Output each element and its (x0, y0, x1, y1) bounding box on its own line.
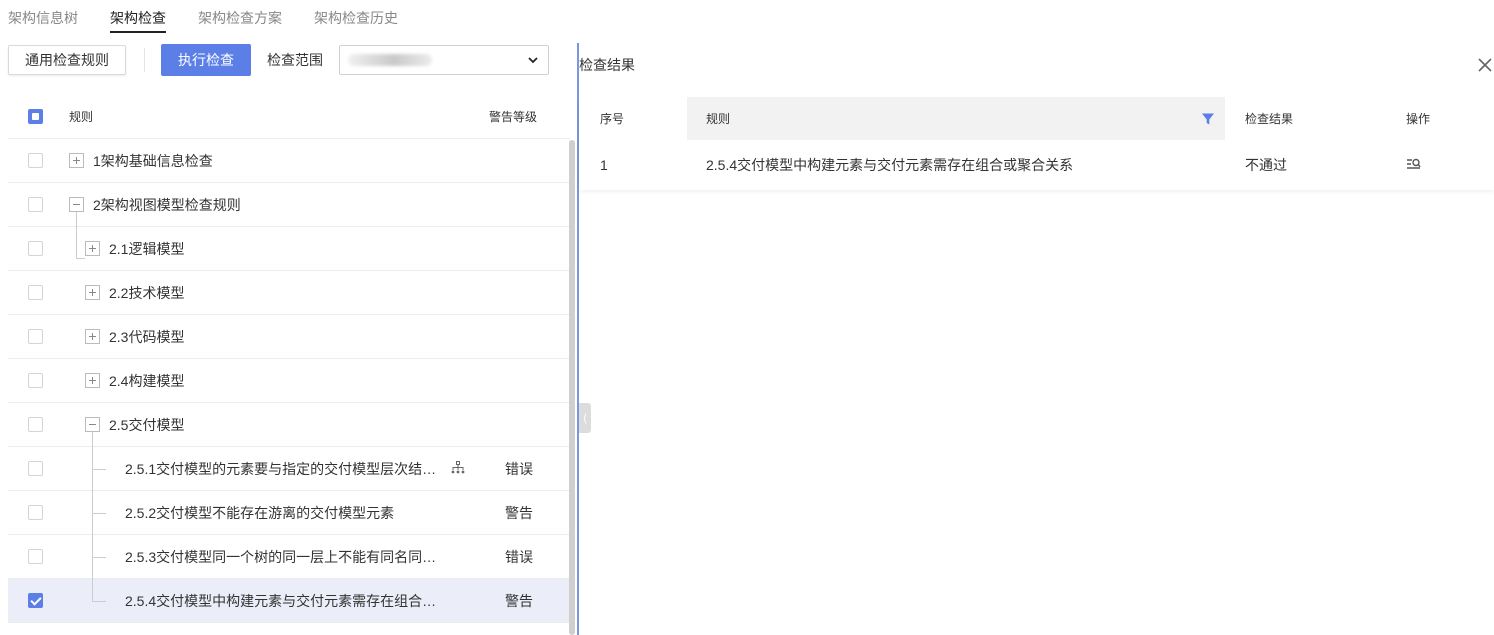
expand-icon[interactable] (69, 153, 84, 168)
result-table: 序号 规则 检查结果 操作 1 2.5.4交付模型中构建元素与交付元素需存在组合… (579, 97, 1494, 190)
tree-line (92, 601, 106, 602)
filter-icon[interactable] (1201, 112, 1215, 126)
row-checkbox[interactable] (28, 505, 43, 520)
rule-row[interactable]: 2.2技术模型 (8, 271, 570, 315)
rule-name: 2.5.1交付模型的元素要与指定的交付模型层次结… (125, 460, 437, 477)
tab-check-history[interactable]: 架构检查历史 (314, 0, 398, 34)
rules-table-header: 规则 警告等级 (8, 95, 570, 139)
result-status: 不通过 (1245, 157, 1287, 173)
row-checkbox[interactable] (28, 593, 43, 608)
rule-row[interactable]: 2架构视图模型检查规则 (8, 183, 570, 227)
tab-architecture-tree[interactable]: 架构信息树 (8, 0, 78, 34)
row-checkbox[interactable] (28, 153, 43, 168)
rule-level: 警告 (505, 592, 533, 609)
expand-icon[interactable] (85, 373, 100, 388)
rule-row-selected[interactable]: 2.5.4交付模型中构建元素与交付元素需存在组合… 警告 (8, 579, 570, 623)
index-column-header: 序号 (600, 112, 625, 126)
rule-row[interactable]: 2.5交付模型 (8, 403, 570, 447)
rule-name: 1架构基础信息检查 (93, 152, 213, 169)
left-scrollbar[interactable] (569, 140, 575, 635)
view-detail-icon[interactable] (1406, 156, 1422, 172)
scope-value-redacted (348, 54, 432, 66)
rule-column-header: 规则 (69, 110, 94, 124)
toolbar-divider (144, 48, 145, 72)
row-checkbox[interactable] (28, 241, 43, 256)
rule-name: 2.4构建模型 (109, 372, 185, 389)
rule-name: 2.1逻辑模型 (109, 240, 185, 257)
rule-row[interactable]: 2.3代码模型 (8, 315, 570, 359)
result-rule: 2.5.4交付模型中构建元素与交付元素需存在组合或聚合关系 (706, 157, 1074, 173)
rule-name: 2架构视图模型检查规则 (93, 196, 241, 213)
rule-name: 2.5.4交付模型中构建元素与交付元素需存在组合… (125, 592, 437, 609)
row-checkbox[interactable] (28, 285, 43, 300)
collapse-panel-handle[interactable]: ⟨ (579, 403, 591, 433)
row-checkbox[interactable] (28, 329, 43, 344)
common-rules-button[interactable]: 通用检查规则 (8, 45, 126, 75)
rule-row[interactable]: 2.1逻辑模型 (8, 227, 570, 271)
rule-level: 错误 (505, 460, 533, 477)
row-checkbox[interactable] (28, 417, 43, 432)
chevron-left-icon: ⟨ (582, 412, 588, 425)
execute-check-button[interactable]: 执行检查 (161, 44, 251, 76)
tree-line (92, 513, 106, 514)
tab-bar: 架构信息树 架构检查 架构检查方案 架构检查历史 (0, 0, 578, 34)
tab-check-plan[interactable]: 架构检查方案 (198, 0, 282, 34)
check-scope-label: 检查范围 (267, 52, 323, 68)
close-icon[interactable] (1477, 57, 1493, 73)
rule-row[interactable]: 2.5.2交付模型不能存在游离的交付模型元素 警告 (8, 491, 570, 535)
result-index: 1 (600, 157, 608, 173)
rule-name: 2.5交付模型 (109, 416, 185, 433)
check-scope-select[interactable] (339, 45, 549, 75)
row-checkbox[interactable] (28, 549, 43, 564)
expand-icon[interactable] (85, 329, 100, 344)
rule-column-header-cell: 规则 (687, 97, 1225, 140)
expand-icon[interactable] (85, 241, 100, 256)
result-row[interactable]: 1 2.5.4交付模型中构建元素与交付元素需存在组合或聚合关系 不通过 (579, 140, 1494, 190)
collapse-icon[interactable] (69, 197, 84, 212)
chevron-down-icon (528, 57, 538, 64)
tree-line (92, 557, 106, 558)
collapse-icon[interactable] (85, 417, 100, 432)
rule-name: 2.2技术模型 (109, 284, 185, 301)
select-all-checkbox[interactable] (28, 109, 43, 124)
result-column-header: 检查结果 (1245, 112, 1294, 126)
row-checkbox[interactable] (28, 461, 43, 476)
rule-level: 错误 (505, 548, 533, 565)
result-table-header: 序号 规则 检查结果 操作 (579, 97, 1494, 140)
hierarchy-icon[interactable] (450, 460, 466, 476)
rule-name: 2.3代码模型 (109, 328, 185, 345)
tree-line (76, 258, 85, 259)
row-checkbox[interactable] (28, 373, 43, 388)
rule-name: 2.5.3交付模型同一个树的同一层上不能有同名同… (125, 548, 437, 565)
tree-line (92, 469, 106, 470)
rule-row[interactable]: 2.5.1交付模型的元素要与指定的交付模型层次结… 错误 (8, 447, 570, 491)
rule-level: 警告 (505, 504, 533, 521)
toolbar: 通用检查规则 执行检查 检查范围 (8, 44, 553, 76)
expand-icon[interactable] (85, 285, 100, 300)
result-panel-title: 检查结果 (579, 57, 635, 73)
rule-row[interactable]: 2.5.3交付模型同一个树的同一层上不能有同名同… 错误 (8, 535, 570, 579)
tab-architecture-check[interactable]: 架构检查 (110, 0, 166, 34)
rule-name: 2.5.2交付模型不能存在游离的交付模型元素 (125, 504, 395, 521)
tree-line (92, 432, 93, 447)
rule-row[interactable]: 1架构基础信息检查 (8, 139, 570, 183)
tree-line (76, 227, 77, 258)
result-rule-column-header: 规则 (706, 112, 731, 126)
rules-tree-table: 规则 警告等级 1架构基础信息检查 2架构视图模型检查规则 2.1逻辑模型 2.… (8, 95, 570, 623)
row-checkbox[interactable] (28, 197, 43, 212)
tree-line (76, 212, 77, 227)
rule-row[interactable]: 2.4构建模型 (8, 359, 570, 403)
action-column-header: 操作 (1406, 112, 1431, 126)
tree-line (92, 579, 93, 601)
